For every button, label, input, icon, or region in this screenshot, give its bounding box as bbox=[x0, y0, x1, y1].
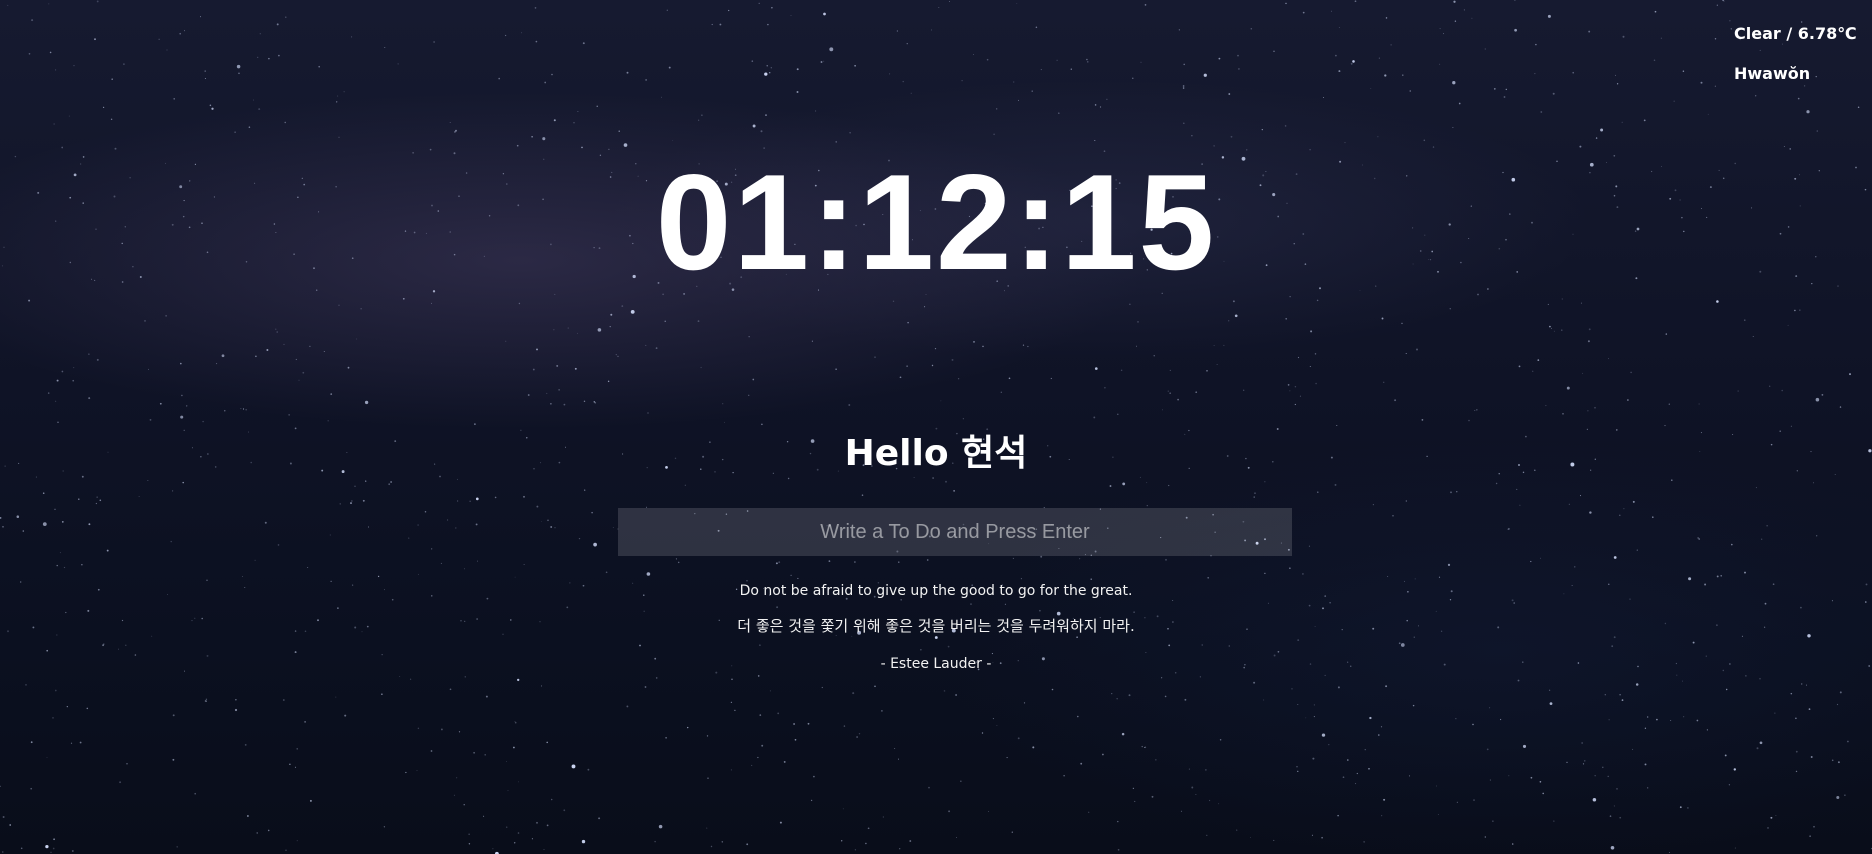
starry-sky-background bbox=[0, 0, 1872, 854]
quote-author: - Estee Lauder - bbox=[880, 656, 992, 672]
todo-input[interactable] bbox=[618, 508, 1292, 556]
quote-korean: 더 좋은 것을 쫓기 위해 좋은 것을 버리는 것을 두려워하지 마라. bbox=[737, 617, 1135, 635]
weather-condition-temp: Clear / 6.78℃ bbox=[1734, 24, 1857, 43]
quote-english: Do not be afraid to give up the good to … bbox=[739, 583, 1133, 599]
clock-time: 01:12:15 bbox=[655, 146, 1217, 298]
weather-widget: Clear / 6.78℃ Hwawŏn bbox=[1734, 22, 1857, 86]
weather-location: Hwawŏn bbox=[1734, 64, 1811, 83]
greeting-text: Hello 현석 bbox=[844, 433, 1028, 474]
